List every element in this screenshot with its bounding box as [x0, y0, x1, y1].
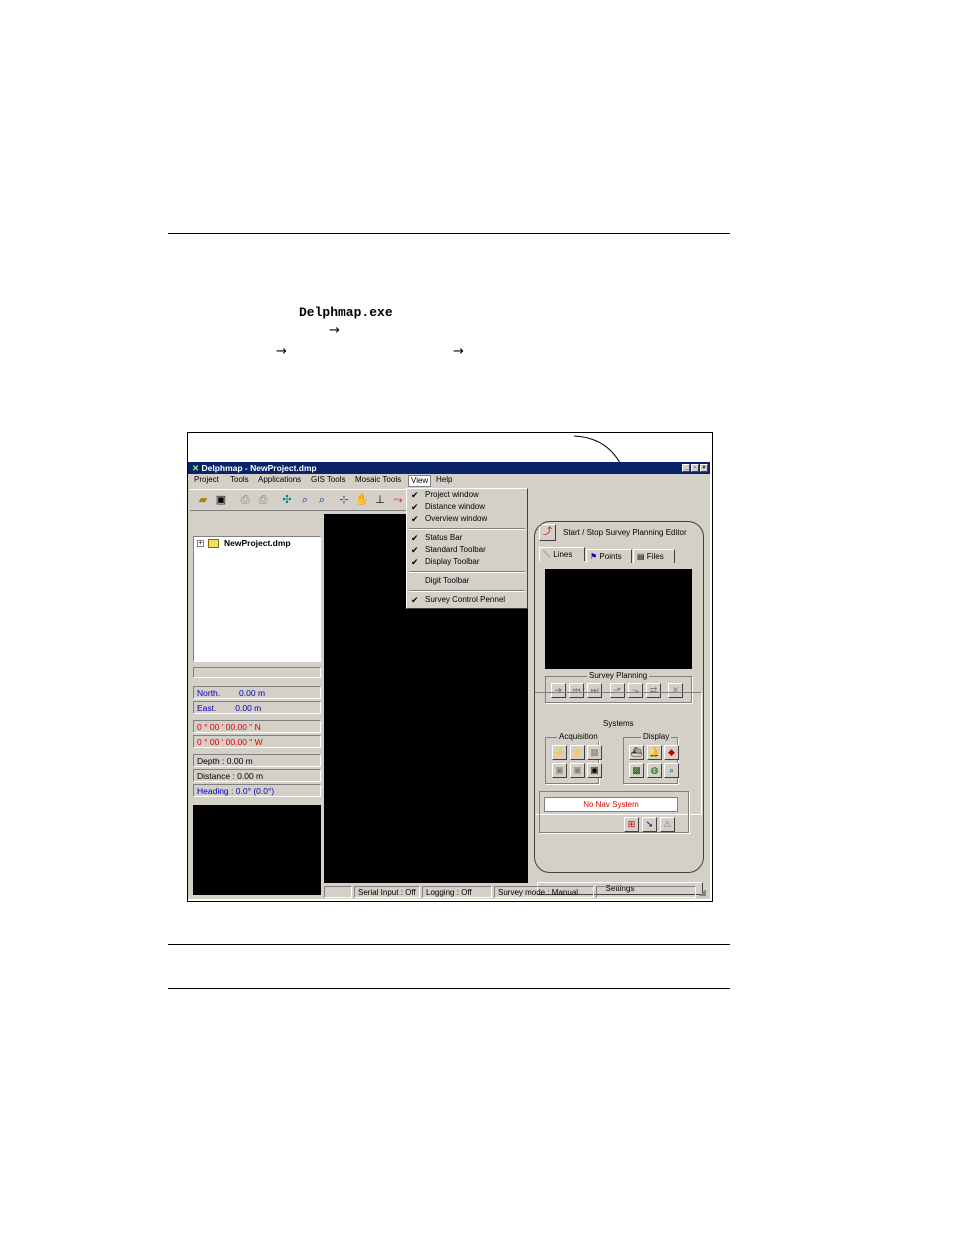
overview-map[interactable]: [193, 805, 321, 895]
menu-project[interactable]: Project: [194, 474, 219, 486]
check-icon: ✔: [411, 557, 419, 567]
print-preview-icon[interactable]: ⎙: [238, 493, 252, 507]
menu-separator: [409, 590, 525, 592]
open-folder-icon[interactable]: ▰: [196, 493, 210, 507]
status-filler: [596, 886, 696, 898]
line-icon: ＼: [543, 550, 551, 559]
latitude-value: 0 ° 00 ' 00.00 " N: [193, 720, 321, 733]
check-icon: ✔: [411, 545, 419, 555]
exe-name: Delphmap.exe: [299, 305, 393, 320]
tree-scrollbar[interactable]: [193, 667, 321, 678]
panel-caption: [193, 514, 321, 532]
arrow-1: →: [329, 323, 340, 338]
menu-item-overview-window[interactable]: Overview window: [425, 514, 487, 524]
left-panel: + NewProject.dmp North. 0.00 m East. 0.0…: [188, 512, 324, 899]
distance-value: Distance : 0.00 m: [193, 769, 321, 782]
check-icon: ✔: [411, 490, 419, 500]
menu-help[interactable]: Help: [436, 474, 452, 486]
depth-value: Depth : 0.00 m: [193, 754, 321, 767]
scale-icon[interactable]: ⊥: [373, 493, 387, 507]
zoom-extent-icon[interactable]: ⊹: [337, 493, 351, 507]
bottom-rule: [168, 988, 730, 989]
check-icon: ✔: [411, 502, 419, 512]
folder-icon: [208, 539, 219, 548]
save-icon[interactable]: ▣: [214, 493, 228, 507]
mid-rule: [168, 944, 730, 945]
east-value: East. 0.00 m: [193, 701, 321, 714]
status-logging: Logging : Off: [422, 886, 492, 898]
menu-item-status-bar[interactable]: Status Bar: [425, 533, 462, 543]
top-rule: [168, 233, 730, 234]
close-icon[interactable]: ×: [700, 464, 708, 472]
check-icon: ✔: [411, 595, 419, 605]
heading-value: Heading : 0.0° (0.0°): [193, 784, 321, 797]
menu-item-project-window[interactable]: Project window: [425, 490, 479, 500]
menu-mosaic-tools[interactable]: Mosaic Tools: [355, 474, 401, 486]
status-bar: Serial Input : Off Logging : Off Survey …: [324, 884, 710, 899]
arrow-2: →: [276, 344, 287, 359]
panel-top-strip: [529, 489, 710, 509]
restore-icon[interactable]: ▫: [691, 464, 699, 472]
menu-tools[interactable]: Tools: [230, 474, 249, 486]
zoom-in-icon[interactable]: ⌕: [298, 493, 312, 507]
tab-lines[interactable]: ＼ Lines: [539, 547, 585, 561]
menu-item-digit-toolbar[interactable]: Digit Toolbar: [425, 576, 469, 586]
tree-item-project[interactable]: NewProject.dmp: [224, 538, 291, 548]
print-icon[interactable]: ⎙: [256, 493, 270, 507]
arrow-3: →: [453, 344, 464, 359]
callout-outline: [534, 521, 704, 873]
resize-grip-icon[interactable]: ◢: [699, 887, 706, 898]
hand-icon[interactable]: ✋: [355, 493, 369, 507]
expand-icon[interactable]: +: [197, 540, 204, 547]
project-tree[interactable]: + NewProject.dmp: [193, 536, 321, 662]
longitude-value: 0 ° 00 ' 00.00 " W: [193, 735, 321, 748]
menu-bar: Project Tools Applications GIS Tools Mos…: [188, 474, 710, 487]
status-serial: Serial Input : Off: [354, 886, 420, 898]
zoom-out-icon[interactable]: ⌕: [315, 493, 329, 507]
menu-item-standard-toolbar[interactable]: Standard Toolbar: [425, 545, 486, 555]
minimize-icon[interactable]: _: [682, 464, 690, 472]
status-mode: Survey mode : Manual: [494, 886, 594, 898]
menu-item-display-toolbar[interactable]: Display Toolbar: [425, 557, 480, 567]
measure-icon[interactable]: ⤳: [391, 493, 405, 507]
check-icon: ✔: [411, 514, 419, 524]
menu-gis-tools[interactable]: GIS Tools: [311, 474, 346, 486]
north-value: North. 0.00 m: [193, 686, 321, 699]
status-empty: [324, 886, 352, 898]
menu-applications[interactable]: Applications: [258, 474, 301, 486]
menu-item-distance-window[interactable]: Distance window: [425, 502, 485, 512]
view-dropdown-menu: ✔ Project window ✔ Distance window ✔ Ove…: [406, 488, 528, 609]
pan-arrows-icon[interactable]: ✣: [280, 493, 294, 507]
menu-separator: [409, 528, 525, 530]
menu-view[interactable]: View: [408, 475, 432, 487]
menu-separator: [409, 571, 525, 573]
app-window: ✕ Delphmap - NewProject.dmp _ ▫ × Projec…: [188, 462, 710, 899]
title-bar: ✕ Delphmap - NewProject.dmp _ ▫ ×: [188, 462, 710, 474]
check-icon: ✔: [411, 533, 419, 543]
menu-item-survey-control-panel[interactable]: Survey Control Pennel: [425, 595, 505, 605]
window-title: Delphmap - NewProject.dmp: [201, 463, 317, 473]
